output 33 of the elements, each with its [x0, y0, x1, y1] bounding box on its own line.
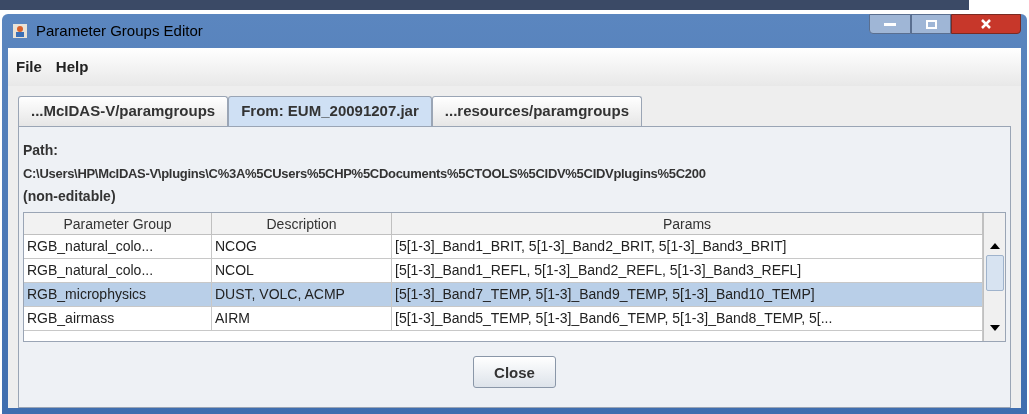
tab[interactable]: ...resources/paramgroups — [431, 96, 643, 126]
table-cell: NCOL — [212, 259, 392, 282]
table-cell: DUST, VOLC, ACMP — [212, 283, 392, 306]
table-cell: RGB_natural_colo... — [24, 259, 212, 282]
menu-item[interactable]: File — [16, 55, 42, 79]
app-icon — [12, 23, 28, 39]
table-row[interactable]: RGB_natural_colo... NCOG [5[1-3]_Band1_BRIT, 5[1-3]_Band2_BRIT, 5[1-3]_Band3_BRIT] — [24, 235, 983, 259]
close-button[interactable]: Close — [473, 356, 556, 388]
down-arrow-icon — [989, 325, 1000, 331]
scrollbar[interactable] — [983, 213, 1005, 341]
table-cell: NCOG — [212, 235, 392, 258]
tab[interactable]: From: EUM_20091207.jar — [228, 96, 432, 126]
window-title: Parameter Groups Editor — [36, 20, 203, 41]
column-header[interactable]: Parameter Group — [24, 213, 212, 234]
close-window-button[interactable] — [951, 14, 1021, 34]
scrollbar-thumb[interactable] — [985, 255, 1004, 291]
table-row[interactable]: RGB_airmass AIRM [5[1-3]_Band5_TEMP, 5[1-3]_Band6_TEMP, 5[1-3]_Band8_TEMP, 5[... — [24, 307, 983, 331]
minimize-button[interactable] — [869, 14, 911, 34]
table-cell: AIRM — [212, 307, 392, 330]
path-label: Path: — [23, 141, 59, 160]
menu-item[interactable]: Help — [55, 55, 89, 79]
path-value: C:\Users\HP\McIDAS-V\plugins\C%3A%5CUsers%5CHP%5CDocuments%5CTOOLS%5CIDV%5CIDVplugins%5C200 — [23, 165, 707, 183]
tab[interactable]: ...McIDAS-V/paramgroups — [18, 96, 229, 126]
table-cell: RGB_microphysics — [24, 283, 212, 306]
path-note: (non-editable) — [23, 187, 117, 206]
column-header[interactable]: Description — [212, 213, 392, 234]
table-row[interactable]: RGB_natural_colo... NCOL [5[1-3]_Band1_REFL, 5[1-3]_Band2_REFL, 5[1-3]_Band3_REFL] — [24, 259, 983, 283]
close-icon — [980, 18, 992, 30]
up-arrow-icon — [989, 243, 1000, 249]
maximize-button[interactable] — [911, 14, 951, 34]
table-cell: RGB_airmass — [24, 307, 212, 330]
table-cell: RGB_natural_colo... — [24, 235, 212, 258]
table-row[interactable]: RGB_microphysics DUST, VOLC, ACMP [5[1-3]_Band7_TEMP, 5[1-3]_Band9_TEMP, 5[1-3]_Band10_TEMP] — [24, 283, 983, 307]
